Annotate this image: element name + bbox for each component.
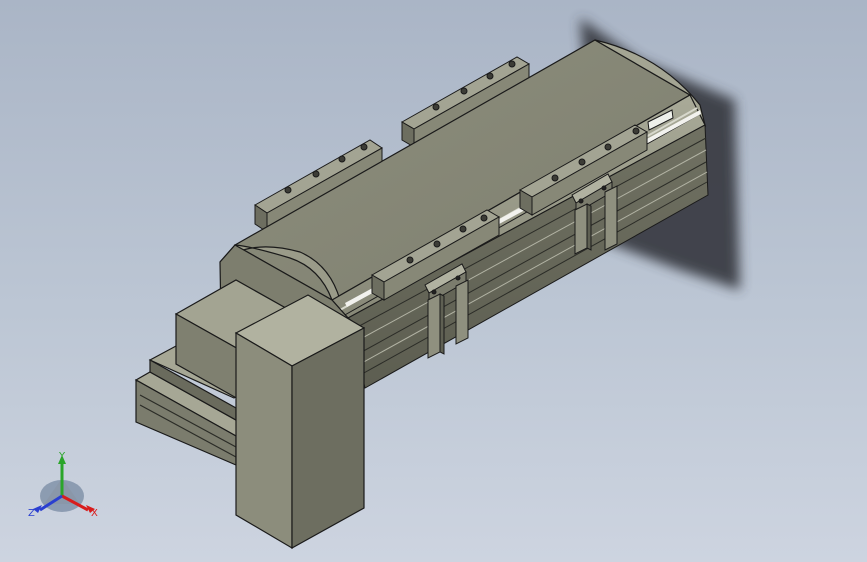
z-axis-label: Z bbox=[28, 508, 35, 519]
model-canvas[interactable]: Y X Z bbox=[0, 0, 867, 562]
view-orientation-triad[interactable]: Y X Z bbox=[28, 451, 98, 519]
motor-cover bbox=[234, 294, 366, 550]
cad-viewport[interactable]: Y X Z bbox=[0, 0, 867, 562]
x-axis-label: X bbox=[91, 508, 98, 519]
y-axis-label: Y bbox=[58, 451, 66, 462]
